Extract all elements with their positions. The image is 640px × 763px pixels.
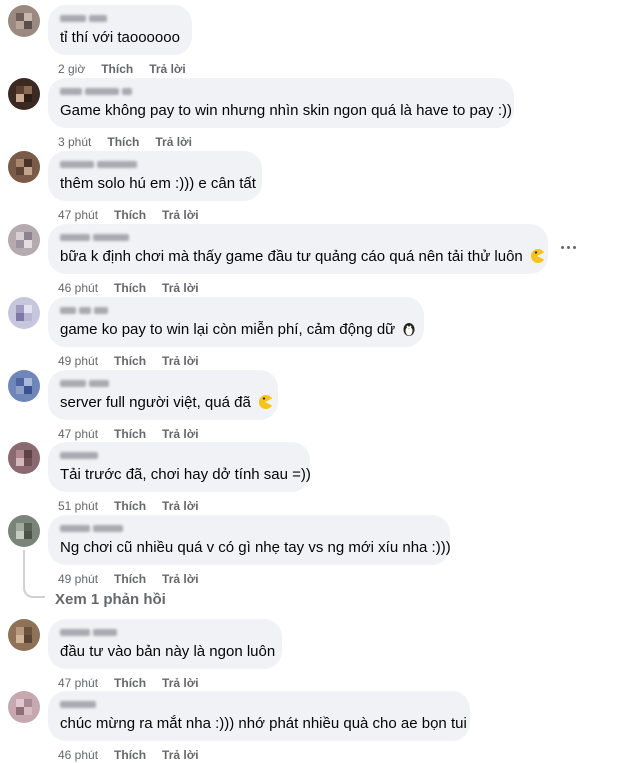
avatar[interactable] [8,151,40,183]
more-options-icon[interactable] [558,237,578,257]
like-button[interactable]: Thích [107,134,139,150]
thread-connector [23,580,45,598]
comment-text-row: game ko pay to win lại còn miễn phí, cảm… [60,320,415,339]
pacman-emoji-icon [257,394,273,410]
comment-actions: 2 giờ Thích Trả lời [58,61,186,77]
comment-bubble: server full người việt, quá đã [48,370,278,420]
author-name-blurred[interactable] [60,522,438,534]
reply-button[interactable]: Trả lời [162,353,199,369]
comment-text: chúc mừng ra mắt nha :))) nhớ phát nhiều… [60,715,467,732]
comment-text: Ng chơi cũ nhiều quá v có gì nhẹ tay vs … [60,539,451,556]
reply-button[interactable]: Trả lời [162,280,199,296]
comment-bubble: Game không pay to win nhưng nhìn skin ng… [48,78,514,128]
like-button[interactable]: Thích [114,675,146,691]
comment-text: đầu tư vào bản này là ngon luôn [60,643,276,660]
comment-text: Game không pay to win nhưng nhìn skin ng… [60,102,512,119]
author-name-blurred[interactable] [60,85,502,97]
view-replies-link[interactable]: Xem 1 phản hồi [55,591,166,608]
comment-bubble: tỉ thí với taoooooo [48,5,192,55]
penguin-emoji-icon [401,321,417,337]
comment-actions: 49 phút Thích Trả lời [58,353,199,369]
avatar[interactable] [8,78,40,110]
avatar[interactable] [8,297,40,329]
reply-button[interactable]: Trả lời [162,747,199,763]
reply-button[interactable]: Trả lời [162,675,199,691]
avatar[interactable] [8,442,40,474]
like-button[interactable]: Thích [114,426,146,442]
comment-text: game ko pay to win lại còn miễn phí, cảm… [60,321,396,338]
reply-button[interactable]: Trả lời [162,207,199,223]
comment-bubble: bữa k định chơi mà thấy game đầu tư quản… [48,224,548,274]
avatar[interactable] [8,5,40,37]
comment-text-row: bữa k định chơi mà thấy game đầu tư quản… [60,247,544,266]
author-name-blurred[interactable] [60,377,266,389]
like-button[interactable]: Thích [114,747,146,763]
like-button[interactable]: Thích [114,498,146,514]
comment-actions: 47 phút Thích Trả lời [58,207,199,223]
like-button[interactable]: Thích [114,571,146,587]
comment-actions: 46 phút Thích Trả lời [58,747,199,763]
like-button[interactable]: Thích [114,207,146,223]
comment-bubble: Ng chơi cũ nhiều quá v có gì nhẹ tay vs … [48,515,451,565]
comment-bubble: Tải trước đã, chơi hay dở tính sau =)) [48,442,311,492]
author-name-blurred[interactable] [60,449,298,461]
comment-text: server full người việt, quá đã [60,394,251,411]
reply-button[interactable]: Trả lời [149,61,186,77]
comment-bubble: thêm solo hú em :))) e cân tất [48,151,262,201]
avatar[interactable] [8,619,40,651]
comment-time[interactable]: 47 phút [58,207,98,223]
reply-button[interactable]: Trả lời [162,571,199,587]
avatar[interactable] [8,691,40,723]
comment-time[interactable]: 3 phút [58,134,91,150]
author-name-blurred[interactable] [60,304,412,316]
comment-time[interactable]: 46 phút [58,280,98,296]
comment-text: bữa k định chơi mà thấy game đầu tư quản… [60,248,523,265]
comment-bubble: chúc mừng ra mắt nha :))) nhớ phát nhiều… [48,691,470,741]
comment-time[interactable]: 47 phút [58,426,98,442]
author-name-blurred[interactable] [60,158,250,170]
like-button[interactable]: Thích [114,353,146,369]
comment-bubble: game ko pay to win lại còn miễn phí, cảm… [48,297,424,347]
like-button[interactable]: Thích [101,61,133,77]
reply-button[interactable]: Trả lời [162,498,199,514]
like-button[interactable]: Thích [114,280,146,296]
avatar[interactable] [8,515,40,547]
author-name-blurred[interactable] [60,231,536,243]
comment-actions: 46 phút Thích Trả lời [58,280,199,296]
comment-text: tỉ thí với taoooooo [60,29,180,46]
pacman-emoji-icon [529,248,545,264]
comment-text-row: server full người việt, quá đã [60,393,272,412]
comment-actions: 3 phút Thích Trả lời [58,134,192,150]
author-name-blurred[interactable] [60,626,270,638]
comment-bubble: đầu tư vào bản này là ngon luôn [48,619,282,669]
comment-text: thêm solo hú em :))) e cân tất [60,175,256,192]
reply-button[interactable]: Trả lời [155,134,192,150]
comment-time[interactable]: 46 phút [58,747,98,763]
reply-button[interactable]: Trả lời [162,426,199,442]
author-name-blurred[interactable] [60,698,458,710]
comment-time[interactable]: 49 phút [58,353,98,369]
comment-time[interactable]: 49 phút [58,571,98,587]
comment-actions: 47 phút Thích Trả lời [58,675,199,691]
comment-actions: 47 phút Thích Trả lời [58,426,199,442]
comment-time[interactable]: 51 phút [58,498,98,514]
comment-text: Tải trước đã, chơi hay dở tính sau =)) [60,466,311,483]
comment-time[interactable]: 2 giờ [58,61,85,77]
comment-time[interactable]: 47 phút [58,675,98,691]
avatar[interactable] [8,370,40,402]
avatar[interactable] [8,224,40,256]
comment-actions: 49 phút Thích Trả lời [58,571,199,587]
author-name-blurred[interactable] [60,12,180,24]
comment-actions: 51 phút Thích Trả lời [58,498,199,514]
